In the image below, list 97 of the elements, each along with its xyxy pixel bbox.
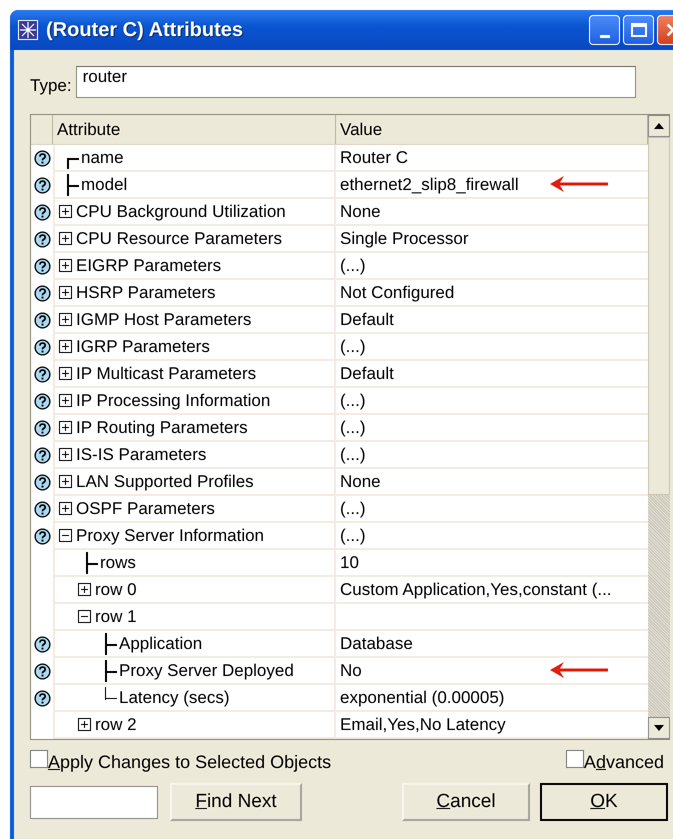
attribute-cell[interactable]: IGRP Parameters: [53, 334, 336, 361]
attribute-cell[interactable]: row 1: [53, 604, 336, 631]
expand-icon[interactable]: [78, 718, 91, 731]
attribute-cell[interactable]: CPU Resource Parameters: [53, 226, 336, 253]
find-next-button[interactable]: Find Next: [170, 783, 302, 821]
value-cell[interactable]: (...): [336, 523, 648, 550]
attribute-cell[interactable]: IP Routing Parameters: [53, 415, 336, 442]
help-icon[interactable]: [34, 446, 50, 464]
expand-icon[interactable]: [59, 232, 72, 245]
attribute-cell[interactable]: IS-IS Parameters: [53, 442, 336, 469]
attribute-cell[interactable]: name: [53, 145, 336, 172]
apply-changes-checkbox[interactable]: Apply Changes to Selected Objects: [30, 752, 332, 773]
star-icon: [18, 20, 38, 40]
help-icon[interactable]: [34, 420, 50, 436]
help-icon[interactable]: [34, 258, 50, 274]
attribute-cell[interactable]: IGMP Host Parameters: [53, 307, 336, 334]
value-cell[interactable]: Custom Application,Yes,constant (...: [336, 577, 648, 604]
advanced-checkbox[interactable]: Advanced: [566, 752, 664, 773]
cancel-button[interactable]: Cancel: [402, 783, 530, 821]
attribute-cell[interactable]: row 0: [53, 577, 336, 604]
attribute-cell[interactable]: model: [53, 172, 336, 199]
attribute-cell[interactable]: OSPF Parameters: [53, 496, 336, 523]
value-cell[interactable]: (...): [336, 442, 648, 469]
collapse-icon[interactable]: [78, 610, 91, 623]
tree-line: [65, 174, 79, 196]
attribute-cell[interactable]: IP Processing Information: [53, 388, 336, 415]
help-icon[interactable]: [34, 474, 50, 490]
tree-line: [84, 552, 98, 574]
attribute-cell[interactable]: Application: [53, 631, 336, 658]
value-cell[interactable]: (...): [336, 415, 648, 442]
value-cell[interactable]: (...): [336, 253, 648, 280]
maximize-button[interactable]: [623, 15, 654, 45]
value-cell[interactable]: No: [336, 658, 648, 685]
value-cell[interactable]: (...): [336, 388, 648, 415]
value-cell[interactable]: None: [336, 469, 648, 496]
expand-icon[interactable]: [59, 367, 72, 380]
value-cell[interactable]: (...): [336, 334, 648, 361]
help-icon[interactable]: [34, 636, 50, 652]
value-cell[interactable]: Default: [336, 307, 648, 334]
value-cell[interactable]: Router C: [336, 145, 648, 172]
attribute-cell[interactable]: row 2: [53, 712, 336, 739]
attribute-cell[interactable]: rows: [53, 550, 336, 577]
value-cell[interactable]: ethernet2_slip8_firewall: [336, 172, 648, 199]
help-icon[interactable]: [34, 500, 50, 518]
expand-icon[interactable]: [59, 340, 72, 353]
value-cell[interactable]: Not Configured: [336, 280, 648, 307]
ok-button[interactable]: OK: [540, 783, 668, 821]
value-cell[interactable]: Single Processor: [336, 226, 648, 253]
expand-icon[interactable]: [59, 205, 72, 218]
attribute-cell[interactable]: Proxy Server Information: [53, 523, 336, 550]
scrollbar[interactable]: [648, 115, 670, 739]
attribute-cell[interactable]: Latency (secs): [53, 685, 336, 712]
expand-icon[interactable]: [59, 394, 72, 407]
help-icon[interactable]: [34, 204, 50, 220]
attribute-cell[interactable]: IP Multicast Parameters: [53, 361, 336, 388]
value-cell[interactable]: None: [336, 199, 648, 226]
value-cell[interactable]: (...): [336, 496, 648, 523]
attribute-cell[interactable]: Proxy Server Deployed: [53, 658, 336, 685]
help-icon[interactable]: [34, 528, 50, 544]
help-icon[interactable]: [34, 312, 50, 328]
find-field[interactable]: [30, 786, 158, 818]
collapse-icon[interactable]: [59, 529, 72, 542]
minimize-button[interactable]: [589, 15, 620, 45]
help-icon[interactable]: [34, 230, 50, 248]
expand-icon[interactable]: [59, 259, 72, 272]
value-cell[interactable]: 10: [336, 550, 648, 577]
value-cell[interactable]: Database: [336, 631, 648, 658]
help-icon[interactable]: [34, 662, 50, 680]
help-icon[interactable]: [34, 284, 50, 302]
column-header[interactable]: Attribute: [53, 115, 336, 144]
attribute-cell[interactable]: EIGRP Parameters: [53, 253, 336, 280]
help-icon[interactable]: [34, 176, 50, 194]
expand-icon[interactable]: [59, 448, 72, 461]
expand-icon[interactable]: [59, 313, 72, 326]
expand-icon[interactable]: [59, 286, 72, 299]
help-icon[interactable]: [34, 690, 50, 706]
value-cell[interactable]: Email,Yes,No Latency: [336, 712, 648, 739]
value-cell[interactable]: Default: [336, 361, 648, 388]
tree-line: [103, 660, 117, 682]
help-icon[interactable]: [34, 338, 50, 356]
type-field[interactable]: router: [76, 66, 636, 98]
scroll-up-icon[interactable]: [654, 123, 664, 129]
attribute-cell[interactable]: CPU Background Utilization: [53, 199, 336, 226]
value-cell[interactable]: exponential (0.00005): [336, 685, 648, 712]
scroll-down-icon[interactable]: [654, 725, 664, 731]
attribute-cell[interactable]: HSRP Parameters: [53, 280, 336, 307]
type-label: Type:: [30, 76, 72, 96]
help-icon[interactable]: [34, 150, 50, 166]
expand-icon[interactable]: [59, 475, 72, 488]
window-title: (Router C) Attributes: [46, 18, 244, 42]
expand-icon[interactable]: [59, 421, 72, 434]
tree-line: [103, 632, 117, 654]
expand-icon[interactable]: [59, 502, 72, 515]
help-icon[interactable]: [34, 366, 50, 382]
expand-icon[interactable]: [78, 583, 91, 596]
help-icon[interactable]: [34, 392, 50, 410]
attribute-cell[interactable]: LAN Supported Profiles: [53, 469, 336, 496]
